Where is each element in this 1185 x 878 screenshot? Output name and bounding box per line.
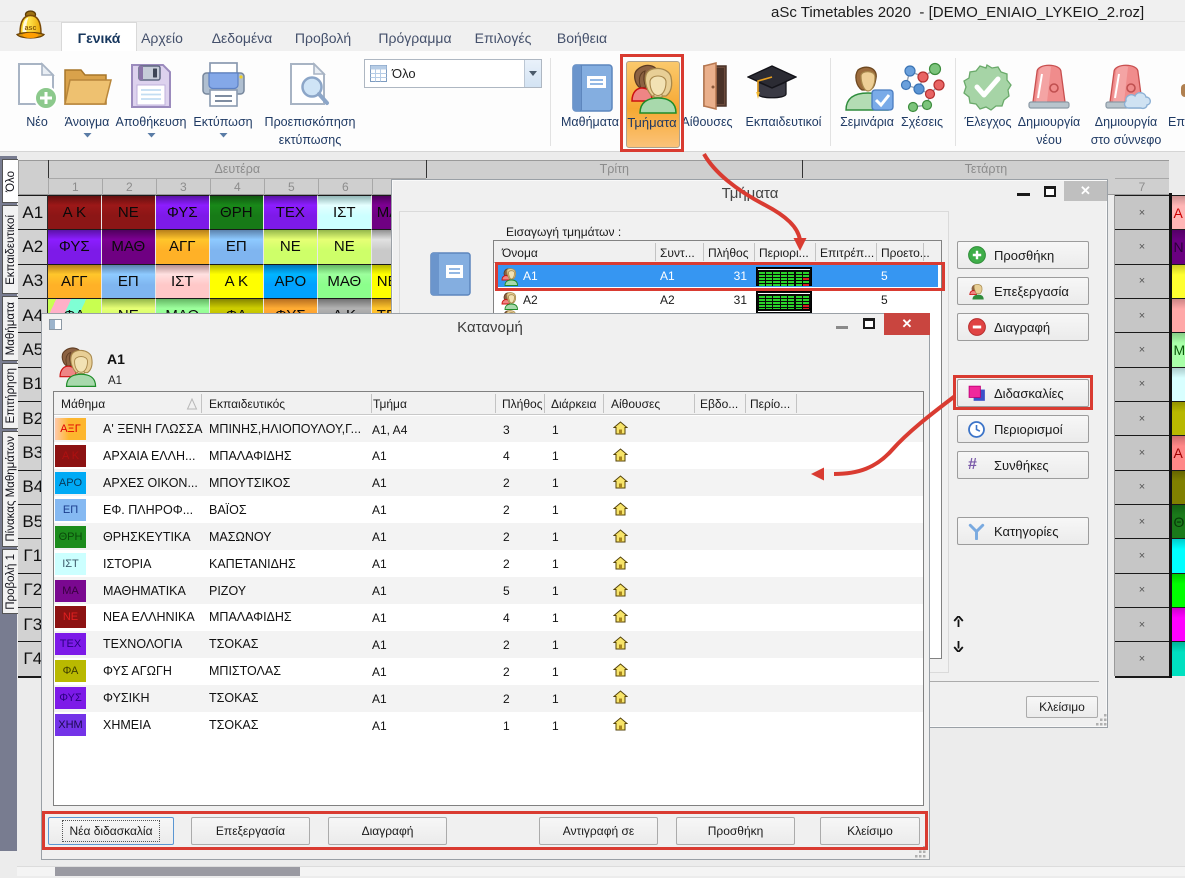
svg-text:asc: asc <box>25 25 37 32</box>
